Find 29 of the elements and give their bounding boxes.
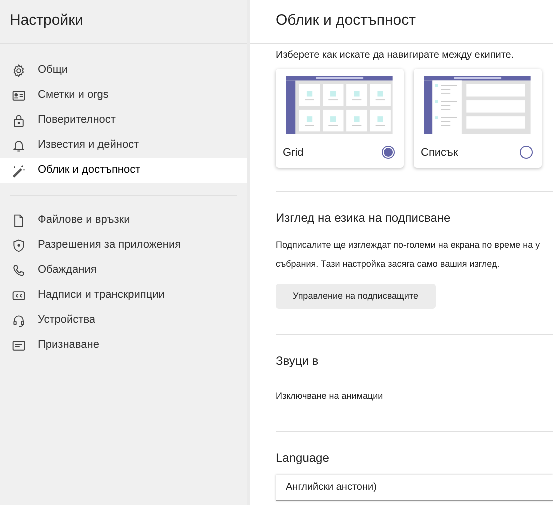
description-text: събрания. Тази настройка засяга само вашия изглед. bbox=[276, 258, 501, 271]
magic-wand-icon bbox=[12, 164, 26, 178]
section-heading: Изглед на езика на подписване bbox=[276, 210, 452, 227]
sidebar-title: Настройки bbox=[10, 11, 84, 32]
radio-button[interactable] bbox=[520, 146, 533, 160]
layout-option-label: Grid bbox=[283, 146, 304, 160]
language-dropdown[interactable]: Английски анстони) bbox=[276, 474, 553, 500]
closed-captions-icon bbox=[12, 288, 26, 302]
layout-option-card[interactable]: Списък bbox=[414, 69, 542, 168]
layout-prompt: Изберете как искате да навигирате между екипите. bbox=[276, 49, 516, 63]
phone-icon bbox=[12, 264, 26, 278]
page-title: Облик и достъпност bbox=[276, 11, 416, 32]
gear-icon bbox=[12, 64, 26, 78]
lock-icon bbox=[12, 114, 26, 128]
sidebar-item[interactable]: Облик и достъпност bbox=[0, 158, 247, 183]
headset-icon bbox=[12, 314, 26, 328]
layout-option-card[interactable]: Grid bbox=[276, 69, 404, 168]
id-card-icon bbox=[12, 88, 26, 102]
radio-button[interactable] bbox=[382, 146, 395, 160]
description-text: Подписалите ще изглеждат по-големи на екрана по време на у bbox=[276, 239, 542, 252]
section-heading: Language bbox=[276, 450, 330, 466]
manage-signers-button[interactable]: Управление на подписващите bbox=[276, 284, 436, 309]
section-heading: Звуци в bbox=[276, 353, 320, 370]
shield-icon bbox=[12, 238, 26, 252]
document-lines-icon bbox=[12, 338, 26, 352]
bell-icon bbox=[12, 138, 26, 152]
file-icon bbox=[12, 214, 26, 228]
setting-label: Изключване на анимации bbox=[276, 390, 384, 403]
layout-option-label: Списък bbox=[421, 146, 458, 160]
